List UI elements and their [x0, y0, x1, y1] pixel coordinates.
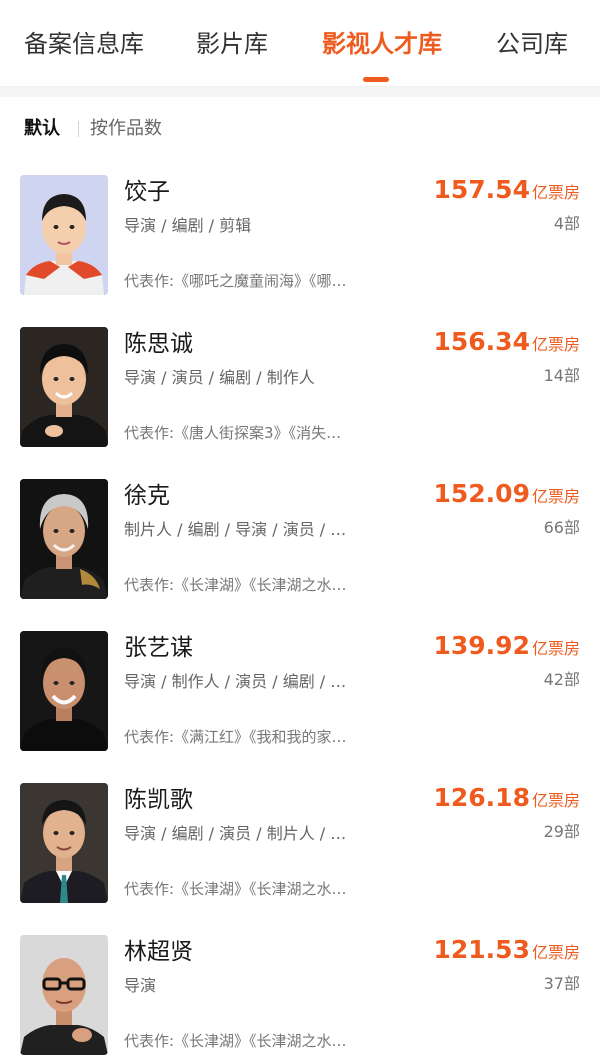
works-count: 4部 [553, 214, 580, 233]
works-count: 42部 [543, 670, 580, 689]
list-item[interactable]: 徐克 制片人 / 编剧 / 导演 / 演员 / … 代表作:《长津湖》《长津湖之… [0, 467, 600, 619]
box-office-unit: 亿票房 [531, 183, 580, 202]
works-count: 66部 [543, 518, 580, 537]
talent-list: 饺子 导演 / 编剧 / 剪辑 代表作:《哪吒之魔童闹海》《哪… 157.54 亿… [0, 163, 600, 1057]
box-office: 156.34 亿票房 [434, 327, 581, 360]
sort-default[interactable]: 默认 [24, 117, 60, 141]
sort-divider [78, 121, 79, 137]
list-item[interactable]: 陈思诚 导演 / 演员 / 编剧 / 制作人 代表作:《唐人街探案3》《消失… … [0, 315, 600, 467]
active-tab-indicator [363, 77, 389, 82]
box-office: 139.92 亿票房 [434, 631, 581, 664]
box-office-unit: 亿票房 [531, 487, 580, 506]
person-roles: 导演 / 演员 / 编剧 / 制作人 [124, 368, 315, 387]
works-count: 14部 [543, 366, 580, 385]
person-name: 徐克 [124, 483, 170, 509]
tab-films[interactable]: 影片库 [196, 24, 268, 64]
person-photo [20, 783, 108, 903]
person-photo [20, 935, 108, 1055]
box-office-unit: 亿票房 [531, 639, 580, 658]
top-tab-bar: 备案信息库 影片库 影视人才库 公司库 [0, 0, 600, 87]
person-photo [20, 479, 108, 599]
box-office: 157.54 亿票房 [434, 175, 581, 208]
representative-works: 代表作:《长津湖》《长津湖之水… [124, 576, 347, 594]
section-divider [0, 87, 600, 97]
list-item[interactable]: 饺子 导演 / 编剧 / 剪辑 代表作:《哪吒之魔童闹海》《哪… 157.54 亿… [0, 163, 600, 315]
person-roles: 导演 / 编剧 / 演员 / 制片人 / … [124, 824, 347, 843]
sort-by-works-count[interactable]: 按作品数 [90, 117, 162, 141]
works-count: 37部 [543, 974, 580, 993]
box-office-unit: 亿票房 [531, 943, 580, 962]
box-office: 121.53 亿票房 [434, 935, 581, 968]
box-office-value: 126.18 [433, 783, 530, 812]
person-name: 林超贤 [124, 939, 193, 965]
person-roles: 制片人 / 编剧 / 导演 / 演员 / … [124, 520, 347, 539]
representative-works: 代表作:《长津湖》《长津湖之水… [124, 1032, 347, 1050]
person-name: 陈凯歌 [124, 787, 193, 813]
person-roles: 导演 / 制作人 / 演员 / 编剧 / … [124, 672, 347, 691]
box-office-value: 139.92 [433, 631, 530, 660]
representative-works: 代表作:《长津湖》《长津湖之水… [124, 880, 347, 898]
talent-library-screen: 备案信息库 影片库 影视人才库 公司库 默认 按作品数 饺子 导演 / 编剧 /… [0, 0, 600, 1057]
sort-bar: 默认 按作品数 [0, 97, 600, 163]
person-name: 饺子 [124, 179, 170, 205]
box-office-value: 157.54 [433, 175, 530, 204]
box-office-value: 156.34 [433, 327, 530, 356]
representative-works: 代表作:《唐人街探案3》《消失… [124, 424, 342, 442]
person-photo [20, 175, 108, 295]
tab-filing-info[interactable]: 备案信息库 [24, 24, 144, 64]
person-photo [20, 631, 108, 751]
box-office-unit: 亿票房 [531, 335, 580, 354]
tab-companies[interactable]: 公司库 [496, 24, 568, 64]
person-name: 陈思诚 [124, 331, 193, 357]
person-roles: 导演 [124, 976, 157, 995]
representative-works: 代表作:《满江红》《我和我的家… [124, 728, 347, 746]
box-office-value: 152.09 [433, 479, 530, 508]
person-name: 张艺谋 [124, 635, 193, 661]
representative-works: 代表作:《哪吒之魔童闹海》《哪… [124, 272, 347, 290]
works-count: 29部 [543, 822, 580, 841]
box-office: 152.09 亿票房 [434, 479, 581, 512]
list-item[interactable]: 陈凯歌 导演 / 编剧 / 演员 / 制片人 / … 代表作:《长津湖》《长津湖… [0, 771, 600, 923]
box-office-unit: 亿票房 [531, 791, 580, 810]
person-roles: 导演 / 编剧 / 剪辑 [124, 216, 252, 235]
tab-film-talent[interactable]: 影视人才库 [322, 24, 442, 64]
list-item[interactable]: 张艺谋 导演 / 制作人 / 演员 / 编剧 / … 代表作:《满江红》《我和我… [0, 619, 600, 771]
list-item[interactable]: 林超贤 导演 代表作:《长津湖》《长津湖之水… 121.53 亿票房 37部 [0, 923, 600, 1057]
box-office: 126.18 亿票房 [434, 783, 581, 816]
person-photo [20, 327, 108, 447]
box-office-value: 121.53 [433, 935, 530, 964]
